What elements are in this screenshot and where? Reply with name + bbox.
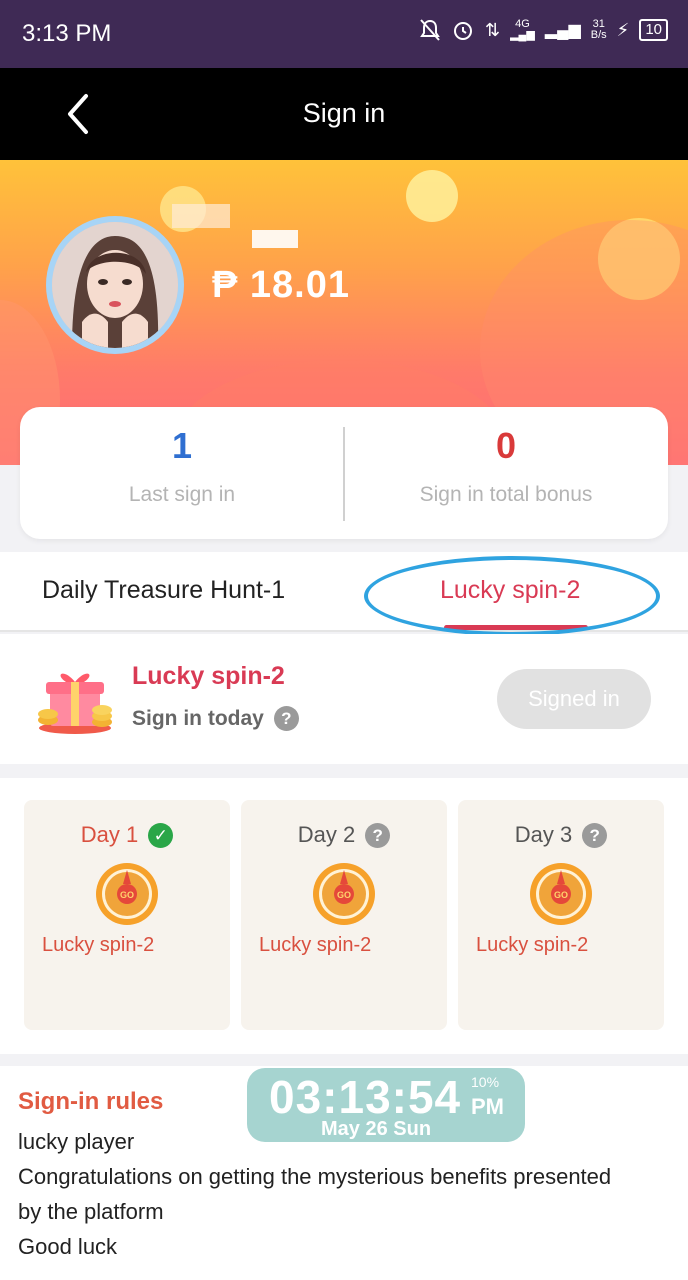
speed-indicator: 31 B/s	[590, 18, 607, 41]
page-title: Sign in	[302, 98, 386, 128]
tab-bar: Daily Treasure Hunt-1 Lucky spin-2	[0, 552, 688, 632]
day-reward-label: Lucky spin-2	[259, 934, 372, 956]
lucky-wheel-icon: GO	[96, 863, 158, 925]
svg-text:GO: GO	[554, 890, 568, 900]
days-grid: Day 1 ✓ GO Lucky spin-2 Day 2 ? GO Lucky…	[0, 778, 688, 1054]
lucky-wheel-icon: GO	[313, 863, 375, 925]
balance: ₱ 18.01	[212, 264, 350, 306]
blurred-username	[172, 204, 312, 248]
rules-line: Good luck	[18, 1234, 118, 1259]
day-header: Day 3 ?	[458, 822, 664, 848]
check-icon: ✓	[148, 822, 174, 848]
today-subtitle: Sign in today ?	[132, 706, 299, 731]
total-bonus-label: Sign in total bonus	[419, 483, 593, 506]
stats-card: 1 Last sign in 0 Sign in total bonus	[20, 407, 668, 539]
gift-icon	[38, 673, 112, 734]
last-sign-in-label: Last sign in	[128, 483, 236, 506]
battery-icon: 10	[639, 19, 668, 41]
signal-icon: ▂▄▆	[544, 22, 581, 39]
total-bonus-value: 0	[495, 425, 517, 466]
day-card[interactable]: Day 3 ? GO Lucky spin-2	[458, 800, 664, 1030]
clock-widget[interactable]: 03:13:54 10% PM May 26 Sun	[247, 1068, 525, 1142]
lucky-wheel-icon: GO	[530, 863, 592, 925]
day-card[interactable]: Day 1 ✓ GO Lucky spin-2	[24, 800, 230, 1030]
active-tab-indicator	[444, 625, 588, 630]
help-icon[interactable]: ?	[582, 822, 608, 848]
rules-line: by the platform	[18, 1199, 164, 1224]
day-reward-label: Lucky spin-2	[42, 934, 155, 956]
sign-in-today-label: Sign in today	[132, 706, 264, 730]
network-indicator: 4G ▂▄▆	[510, 18, 535, 41]
bell-off-icon	[420, 19, 440, 41]
last-sign-in-value: 1	[171, 425, 193, 466]
avatar[interactable]	[46, 216, 184, 354]
today-reward-title: Lucky spin-2	[132, 662, 285, 690]
clock-percent: 10%	[471, 1074, 500, 1090]
svg-text:GO: GO	[337, 890, 351, 900]
total-bonus-stat: 0 Sign in total bonus	[344, 425, 668, 507]
avatar-portrait	[52, 222, 178, 348]
alarm-icon	[454, 22, 472, 40]
clock-time: 03:13:54	[269, 1071, 462, 1123]
day-reward-label: Lucky spin-2	[476, 934, 589, 956]
last-sign-in-stat: 1 Last sign in	[20, 425, 344, 507]
day-card[interactable]: Day 2 ? GO Lucky spin-2	[241, 800, 447, 1030]
tab-daily-treasure-hunt[interactable]: Daily Treasure Hunt-1	[42, 576, 285, 605]
status-bar: 3:13 PM ⇅ 4G ▂▄▆ ▂▄▆ 31 B/s ⚡ 10	[0, 0, 688, 68]
charging-icon: ⚡	[616, 19, 630, 40]
nav-bar: Sign in	[0, 68, 688, 160]
status-time: 3:13 PM	[22, 20, 112, 47]
status-icons: ⇅ 4G ▂▄▆ ▂▄▆ 31 B/s ⚡ 10	[419, 18, 668, 42]
day-label: Day 1	[80, 822, 139, 847]
day-header: Day 1 ✓	[24, 822, 230, 848]
clock-date: May 26 Sun	[321, 1118, 432, 1140]
help-icon[interactable]: ?	[273, 706, 299, 731]
day-label: Day 2	[297, 822, 356, 847]
rules-line: Congratulations on getting the mysteriou…	[18, 1164, 612, 1189]
day-header: Day 2 ?	[241, 822, 447, 848]
day-label: Day 3	[514, 822, 573, 847]
help-icon[interactable]: ?	[365, 822, 391, 848]
decor-bubble	[406, 170, 458, 222]
signed-in-button[interactable]: Signed in	[497, 669, 651, 729]
tab-lucky-spin[interactable]: Lucky spin-2	[440, 576, 580, 605]
svg-text:GO: GO	[120, 890, 134, 900]
today-section: Lucky spin-2 Sign in today ? Signed in	[0, 634, 688, 764]
clock-ampm: PM	[471, 1094, 504, 1119]
data-arrows-icon: ⇅	[485, 19, 501, 40]
